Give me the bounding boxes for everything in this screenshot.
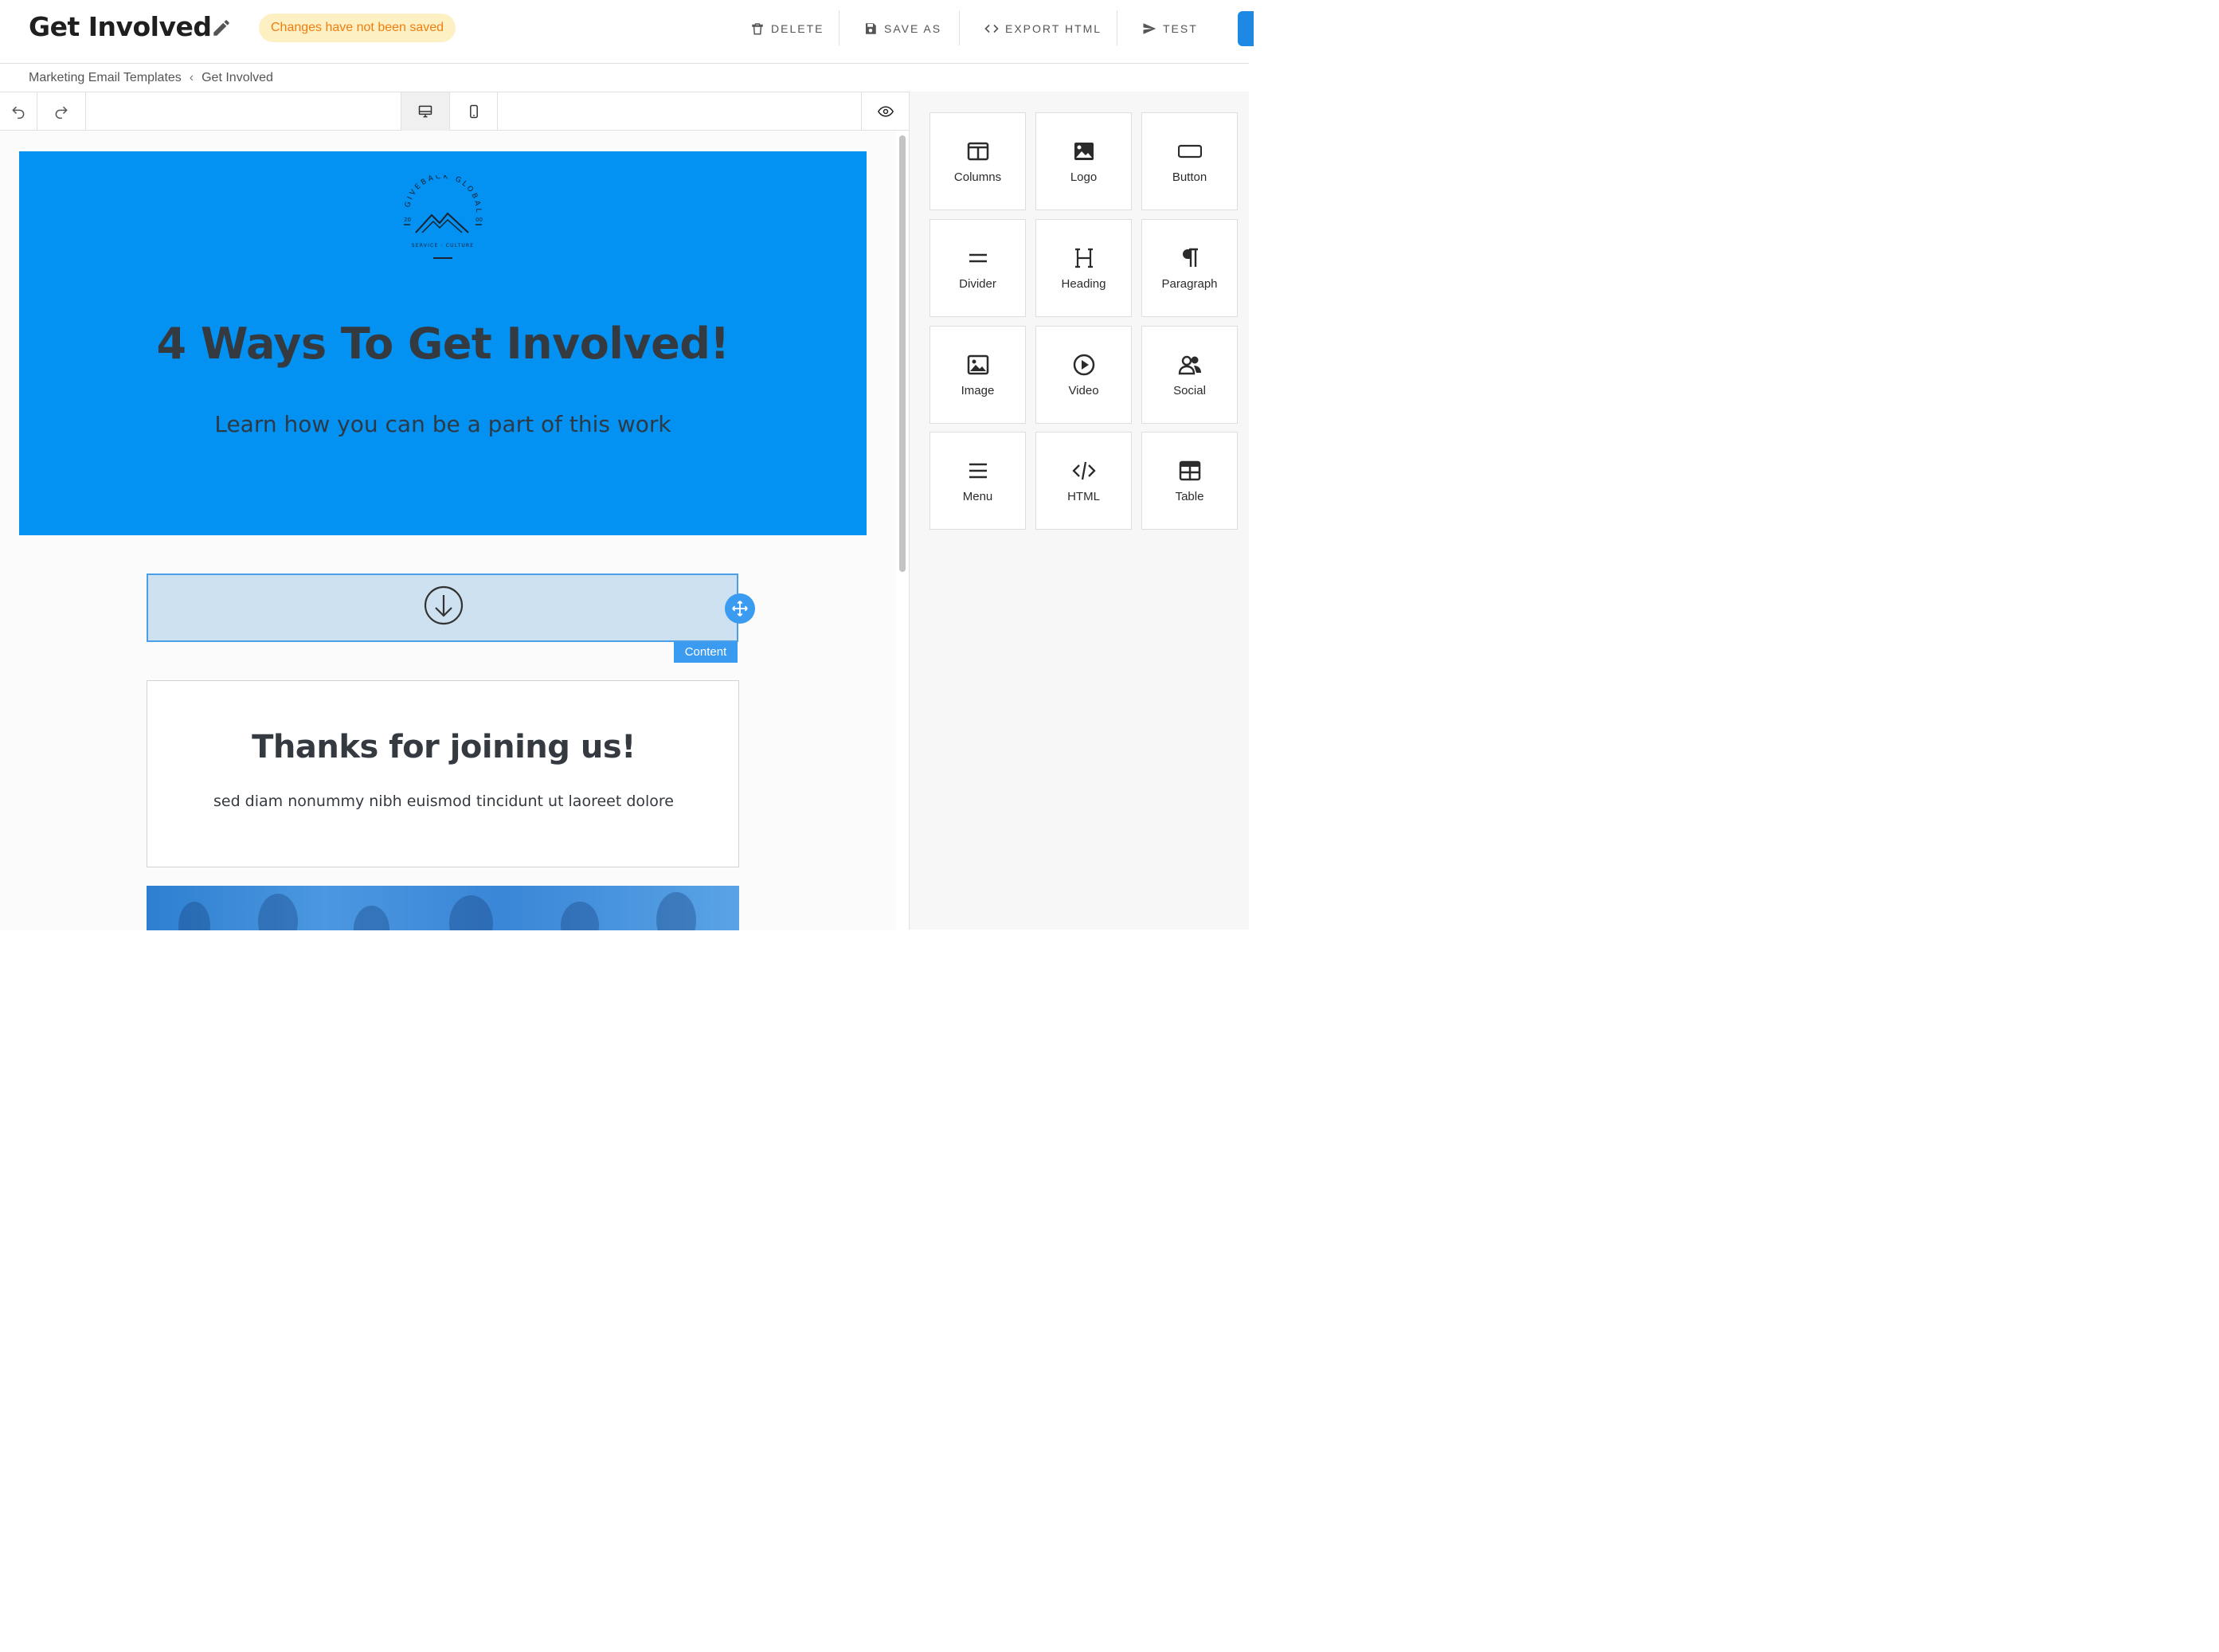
desktop-icon <box>418 105 432 118</box>
divider <box>959 10 960 45</box>
block-social[interactable]: Social <box>1141 326 1238 424</box>
columns-icon <box>967 142 989 161</box>
pencil-icon[interactable] <box>211 18 232 38</box>
eye-icon <box>877 106 894 117</box>
block-label: HTML <box>1067 490 1100 503</box>
crowd-photo-image[interactable] <box>147 886 739 930</box>
test-button[interactable]: TEST <box>1142 16 1198 41</box>
redo-button[interactable] <box>37 92 86 131</box>
scrollbar-thumb[interactable] <box>899 135 906 572</box>
block-label: Button <box>1172 170 1207 184</box>
delete-button[interactable]: DELETE <box>750 16 824 41</box>
table-icon <box>1179 460 1201 481</box>
breadcrumb-parent-link[interactable]: Marketing Email Templates <box>29 71 182 85</box>
block-label: Logo <box>1070 170 1098 184</box>
block-paragraph[interactable]: Paragraph <box>1141 219 1238 317</box>
drag-handle[interactable] <box>725 593 755 624</box>
save-as-button[interactable]: SAVE AS <box>863 16 941 41</box>
desktop-view-button[interactable] <box>401 92 450 131</box>
block-html[interactable]: HTML <box>1035 432 1132 530</box>
svg-text:GIVEBACK GLOBAL: GIVEBACK GLOBAL <box>404 175 482 215</box>
button-icon <box>1178 144 1202 159</box>
giveback-global-logo: GIVEBACK GLOBAL 20 00 SERVICE · CULTURE <box>404 175 483 259</box>
block-menu[interactable]: Menu <box>929 432 1026 530</box>
block-label: Menu <box>962 490 993 503</box>
block-label: Columns <box>953 170 1002 184</box>
block-label: Social <box>1173 384 1206 397</box>
block-table[interactable]: Table <box>1141 432 1238 530</box>
menu-icon <box>969 463 987 479</box>
chevron-left-icon: ‹ <box>189 71 194 84</box>
block-label: Video <box>1068 384 1099 397</box>
email-preview-viewport[interactable]: GIVEBACK GLOBAL 20 00 SERVICE · CULTURE … <box>0 131 896 930</box>
paragraph-icon <box>1183 248 1198 267</box>
logo-year-left: 20 <box>404 217 411 223</box>
code-brackets-icon <box>984 24 999 33</box>
block-label: Paragraph <box>1161 277 1218 291</box>
logo-image-icon <box>1074 143 1094 160</box>
block-columns[interactable]: Columns <box>929 112 1026 210</box>
html-icon <box>1072 461 1096 480</box>
hero-section[interactable]: GIVEBACK GLOBAL 20 00 SERVICE · CULTURE … <box>19 151 867 535</box>
social-icon <box>1178 355 1201 375</box>
editor-canvas-area: GIVEBACK GLOBAL 20 00 SERVICE · CULTURE … <box>0 92 910 930</box>
block-label: Table <box>1175 490 1204 503</box>
editor-toolbar <box>0 92 909 131</box>
export-html-button[interactable]: EXPORT HTML <box>984 16 1102 41</box>
save-as-label: SAVE AS <box>884 22 942 35</box>
redo-icon <box>55 106 68 119</box>
canvas-scrollbar[interactable] <box>898 135 907 572</box>
block-divider[interactable]: Divider <box>929 219 1026 317</box>
delete-label: DELETE <box>771 22 824 35</box>
mobile-view-button[interactable] <box>450 92 498 131</box>
arrow-down-circle-icon <box>424 585 464 625</box>
breadcrumb: Marketing Email Templates ‹ Get Involved <box>29 70 273 86</box>
block-button[interactable]: Button <box>1141 112 1238 210</box>
trash-icon <box>752 23 763 35</box>
move-arrows-icon <box>732 601 748 617</box>
undo-icon <box>12 106 25 119</box>
logo-year-right: 00 <box>475 217 483 223</box>
send-icon <box>1143 23 1156 34</box>
blocks-panel: Columns Logo Button Divider Heading Para… <box>910 92 1249 930</box>
heading-icon <box>1075 248 1093 268</box>
logo-arc-text: GIVEBACK GLOBAL <box>404 175 479 215</box>
block-logo[interactable]: Logo <box>1035 112 1132 210</box>
breadcrumb-current: Get Involved <box>202 71 273 84</box>
card-paragraph[interactable]: sed diam nonummy nibh euismod tincidunt … <box>147 793 740 810</box>
floppy-disk-icon <box>866 23 876 34</box>
primary-action-button-edge[interactable] <box>1238 11 1254 46</box>
block-label: Heading <box>1061 277 1106 291</box>
block-label: Divider <box>959 277 996 291</box>
thanks-card[interactable]: Thanks for joining us! sed diam nonummy … <box>147 680 739 867</box>
block-label: Image <box>961 384 995 397</box>
block-video[interactable]: Video <box>1035 326 1132 424</box>
video-icon <box>1073 354 1095 376</box>
image-icon <box>967 354 989 375</box>
page-title: Get Involved <box>29 11 212 42</box>
preview-button[interactable] <box>861 92 909 131</box>
block-heading[interactable]: Heading <box>1035 219 1132 317</box>
card-heading[interactable]: Thanks for joining us! <box>147 729 740 765</box>
hero-subheading[interactable]: Learn how you can be a part of this work <box>19 411 867 437</box>
undo-button[interactable] <box>0 92 37 131</box>
mobile-icon <box>469 104 478 119</box>
divider-icon <box>969 253 987 263</box>
top-header: Get Involved Changes have not been saved… <box>0 0 1254 64</box>
hero-heading[interactable]: 4 Ways To Get Involved! <box>19 319 867 369</box>
block-image[interactable]: Image <box>929 326 1026 424</box>
export-html-label: EXPORT HTML <box>1005 22 1102 35</box>
unsaved-status-badge: Changes have not been saved <box>259 14 456 42</box>
test-label: TEST <box>1163 22 1198 35</box>
selected-content-block[interactable] <box>147 574 738 642</box>
logo-bottom-text: SERVICE · CULTURE <box>412 243 475 249</box>
content-block-tag: Content <box>674 642 738 663</box>
